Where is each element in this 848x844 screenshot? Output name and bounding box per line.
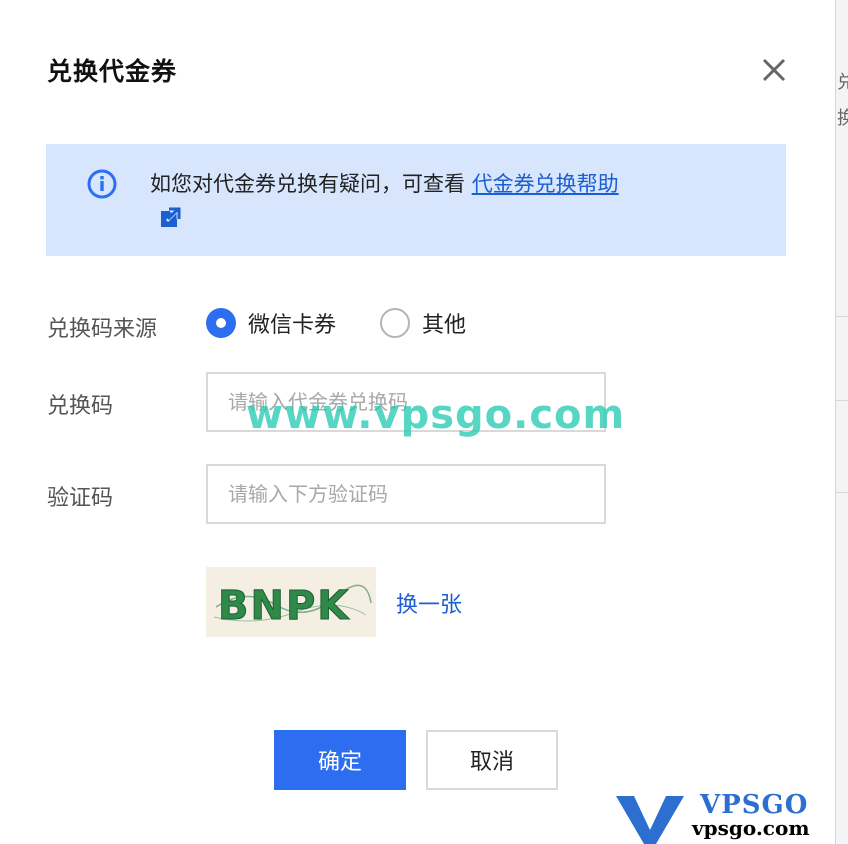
background-divider — [836, 316, 848, 317]
background-page-edge: 兑 换 — [835, 0, 848, 844]
verify-code-input[interactable] — [206, 464, 606, 524]
code-label: 兑换码 — [47, 394, 114, 419]
background-divider — [836, 400, 848, 401]
radio-other[interactable]: 其他 — [380, 307, 466, 339]
radio-checked-icon — [206, 308, 236, 338]
source-label: 兑换码来源 — [47, 317, 158, 342]
watermark-text: www.vpsgo.com — [246, 392, 626, 438]
watermark-logo: VPSGO vpsgo.com — [612, 790, 842, 844]
notice-message: 如您对代金券兑换有疑问，可查看 — [150, 172, 472, 196]
verify-label: 验证码 — [47, 486, 114, 511]
captcha-image[interactable]: BNPK — [206, 567, 376, 637]
cancel-button[interactable]: 取消 — [426, 730, 558, 790]
close-icon — [762, 58, 786, 82]
captcha-graphic: BNPK — [213, 583, 372, 630]
dialog-title: 兑换代金券 — [47, 57, 178, 86]
help-notice: 如您对代金券兑换有疑问，可查看 代金券兑换帮助 — [46, 144, 786, 256]
logo-v-icon — [616, 796, 684, 844]
notice-text: 如您对代金券兑换有疑问，可查看 代金券兑换帮助 — [150, 170, 619, 198]
logo-site: vpsgo.com — [692, 816, 810, 840]
radio-label: 微信卡券 — [248, 313, 337, 338]
background-divider — [836, 492, 848, 493]
radio-unchecked-icon — [380, 308, 410, 338]
redeem-voucher-dialog: 兑换代金券 如您对代金券兑换有疑问，可查看 代金券兑换帮助 兑换码来源 微信卡券 — [0, 0, 835, 844]
info-icon — [87, 169, 117, 199]
captcha-text: BNPK — [218, 583, 350, 629]
refresh-captcha-link[interactable]: 换一张 — [396, 587, 462, 619]
background-text: 换 — [837, 104, 848, 130]
confirm-button[interactable]: 确定 — [274, 730, 406, 790]
external-link-icon[interactable] — [158, 206, 182, 230]
background-text: 兑 — [837, 68, 848, 94]
help-link[interactable]: 代金券兑换帮助 — [472, 172, 619, 196]
close-button[interactable] — [758, 54, 790, 86]
radio-label: 其他 — [422, 313, 467, 338]
radio-wechat-card[interactable]: 微信卡券 — [206, 307, 336, 339]
